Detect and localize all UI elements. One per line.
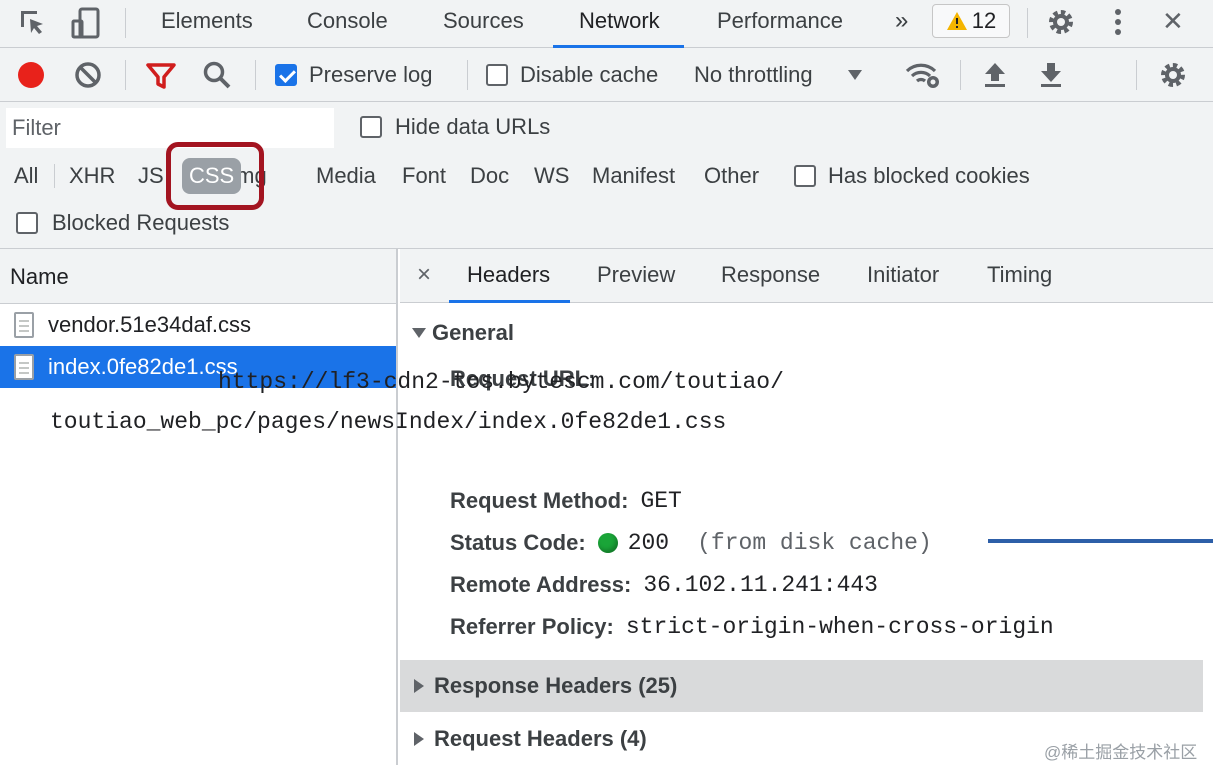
search-icon[interactable] (202, 60, 232, 90)
tab-timing[interactable]: Timing (987, 249, 1052, 303)
warnings-count: 12 (971, 8, 997, 33)
record-button[interactable] (17, 61, 45, 89)
status-code-note: (from disk cache) (697, 530, 932, 556)
request-list: Name vendor.51e34daf.css index.0fe82de1.… (0, 249, 398, 765)
referrer-policy-value: strict-origin-when-cross-origin (625, 614, 1054, 640)
clear-icon[interactable] (74, 61, 102, 89)
network-conditions-icon[interactable] (904, 60, 942, 90)
highlight-annotation (166, 142, 264, 210)
details-tab-bar: × Headers Preview Response Initiator Tim… (400, 249, 1213, 303)
has-blocked-cookies-toggle[interactable]: Has blocked cookies (794, 163, 1030, 189)
triangle-right-icon (414, 679, 424, 693)
request-method-value: GET (640, 488, 682, 514)
filter-icon[interactable] (145, 61, 177, 91)
hide-data-urls-toggle[interactable]: Hide data URLs (360, 114, 550, 140)
tab-elements[interactable]: Elements (161, 0, 253, 48)
warning-icon (946, 12, 967, 30)
request-name: vendor.51e34daf.css (48, 312, 252, 337)
type-filter-doc[interactable]: Doc (470, 158, 509, 194)
triangle-down-icon (412, 328, 426, 338)
hide-data-urls-checkbox[interactable] (360, 116, 382, 138)
tab-response[interactable]: Response (721, 249, 820, 303)
tab-network[interactable]: Network (553, 0, 684, 48)
status-ok-icon (597, 533, 618, 553)
type-filter-ws[interactable]: WS (534, 158, 569, 194)
disable-cache-toggle[interactable]: Disable cache (486, 62, 658, 88)
device-toolbar-icon[interactable] (68, 5, 104, 41)
annotation-stroke (988, 539, 1213, 543)
remote-address-key: Remote Address: (450, 572, 632, 597)
remote-address-row: Remote Address: 36.102.11.241:443 (450, 572, 878, 598)
type-filter-font[interactable]: Font (402, 158, 446, 194)
type-filter-js[interactable]: JS (138, 158, 164, 194)
network-settings-gear-icon[interactable] (1157, 59, 1189, 91)
request-method-key: Request Method: (450, 488, 629, 513)
general-section-toggle[interactable]: General (412, 320, 514, 346)
type-filter-manifest[interactable]: Manifest (592, 158, 675, 194)
status-code-key: Status Code: (450, 530, 586, 555)
request-method-row: Request Method: GET (450, 488, 682, 514)
request-url-value: https://lf3-cdn2-tos.bytescm.com/toutiao… (50, 369, 784, 435)
request-row[interactable]: vendor.51e34daf.css (0, 304, 396, 346)
settings-gear-icon[interactable] (1044, 5, 1078, 39)
name-column-header[interactable]: Name (0, 249, 396, 304)
referrer-policy-key: Referrer Policy: (450, 614, 614, 639)
has-blocked-cookies-checkbox[interactable] (794, 165, 816, 187)
type-filter-xhr[interactable]: XHR (69, 158, 115, 194)
warnings-badge[interactable]: 12 (932, 4, 1010, 38)
tab-headers[interactable]: Headers (448, 249, 571, 303)
file-icon (14, 354, 34, 380)
disable-cache-label: Disable cache (520, 62, 659, 87)
type-filter-other[interactable]: Other (704, 158, 759, 194)
export-har-icon[interactable] (1038, 60, 1064, 90)
more-tabs-button[interactable]: » (895, 0, 908, 48)
blocked-requests-label: Blocked Requests (52, 210, 230, 235)
file-icon (14, 312, 34, 338)
status-code-value: 200 (627, 530, 670, 556)
preserve-log-toggle[interactable]: Preserve log (275, 62, 433, 88)
filter-input[interactable] (6, 108, 334, 148)
watermark: @稀土掘金技术社区 (1044, 743, 1198, 762)
blocked-requests-checkbox[interactable] (16, 212, 38, 234)
inspect-element-icon[interactable] (16, 6, 50, 40)
preserve-log-label: Preserve log (309, 62, 433, 87)
response-headers-title: Response Headers (25) (434, 673, 678, 698)
close-details-button[interactable]: × (417, 249, 431, 303)
filter-bar: Hide data URLs All XHR JS Img Media Font… (0, 102, 1213, 249)
type-filter-media[interactable]: Media (316, 158, 376, 194)
more-options-icon[interactable] (1108, 5, 1128, 39)
throttling-value: No throttling (694, 62, 813, 87)
tab-console[interactable]: Console (307, 0, 388, 48)
chevron-down-icon (847, 70, 862, 80)
triangle-right-icon (414, 732, 424, 746)
close-devtools-button[interactable]: ✕ (1162, 0, 1184, 48)
type-filter-all[interactable]: All (14, 158, 38, 194)
general-section-title: General (432, 320, 514, 345)
preserve-log-checkbox[interactable] (275, 64, 297, 86)
disable-cache-checkbox[interactable] (486, 64, 508, 86)
import-har-icon[interactable] (982, 60, 1008, 90)
blocked-requests-toggle[interactable]: Blocked Requests (16, 210, 229, 236)
network-toolbar: Preserve log Disable cache No throttling (0, 48, 1213, 102)
hide-data-urls-label: Hide data URLs (395, 114, 551, 139)
request-headers-title: Request Headers (4) (434, 726, 647, 751)
throttling-select[interactable]: No throttling (694, 62, 863, 88)
devtools-tab-bar: Elements Console Sources Network Perform… (0, 0, 1213, 48)
referrer-policy-row: Referrer Policy: strict-origin-when-cros… (450, 614, 1054, 640)
status-code-row: Status Code: 200 (from disk cache) (450, 530, 932, 556)
response-headers-section-toggle[interactable]: Response Headers (25) (400, 660, 1203, 712)
tab-sources[interactable]: Sources (443, 0, 524, 48)
tab-preview[interactable]: Preview (597, 249, 675, 303)
remote-address-value: 36.102.11.241:443 (643, 572, 878, 598)
has-blocked-cookies-label: Has blocked cookies (828, 163, 1030, 188)
tab-performance[interactable]: Performance (717, 0, 843, 48)
tab-initiator[interactable]: Initiator (867, 249, 939, 303)
